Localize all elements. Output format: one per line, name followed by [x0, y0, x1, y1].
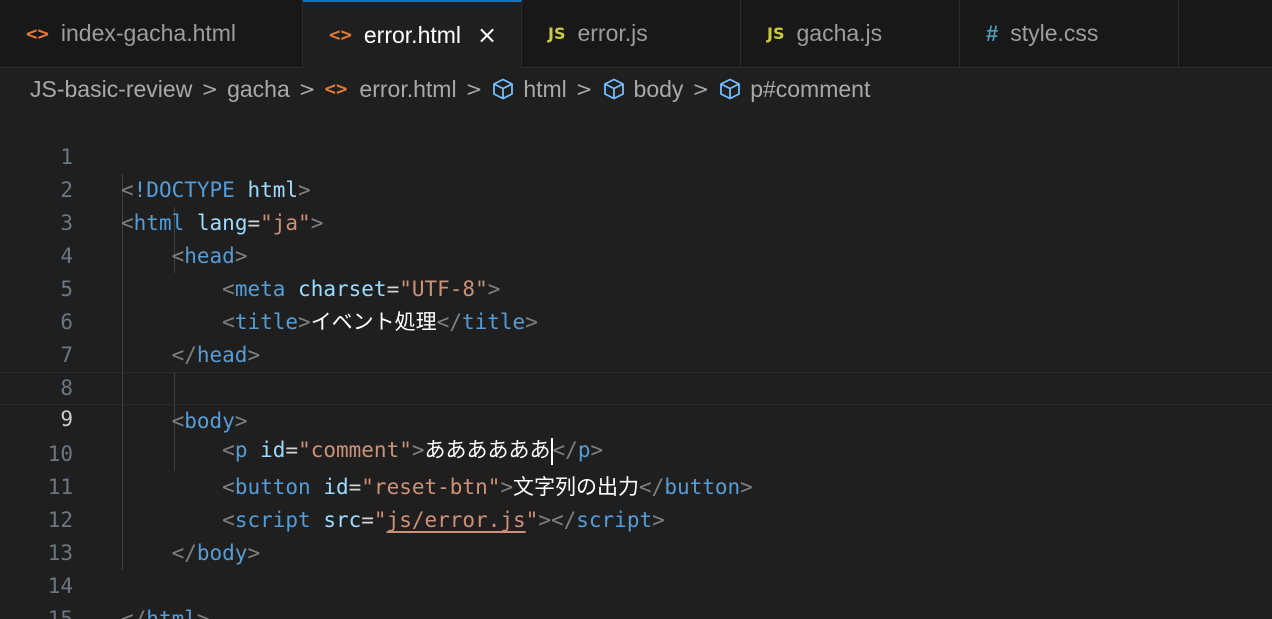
- code-line[interactable]: 2 <html lang="ja">: [0, 141, 1272, 235]
- code-text: </html>: [121, 603, 210, 619]
- html-file-icon: <>: [324, 78, 348, 100]
- tab-label: error.js: [577, 20, 648, 46]
- breadcrumb-folder-js-basic-review[interactable]: JS-basic-review: [30, 76, 192, 103]
- token: </: [121, 607, 147, 619]
- code-line[interactable]: 7: [0, 306, 1272, 367]
- code-editor[interactable]: 1 <!DOCTYPE html> 2 <html lang="ja"> 3 <…: [0, 108, 1272, 619]
- code-line[interactable]: 10 <button id="reset-btn">文字列の出力</button…: [0, 405, 1272, 499]
- cube-icon: [493, 78, 514, 100]
- code-line[interactable]: 13: [0, 504, 1272, 565]
- breadcrumb-folder-gacha[interactable]: gacha: [227, 76, 290, 103]
- tab-label: gacha.js: [796, 20, 883, 46]
- code-line[interactable]: 4 <meta charset="UTF-8">: [0, 207, 1272, 301]
- code-line[interactable]: 11 <script src="js/error.js"></script>: [0, 438, 1272, 532]
- close-tab-icon[interactable]: ×: [477, 21, 497, 49]
- tab-error-js[interactable]: JS error.js: [522, 0, 741, 67]
- token: html: [146, 607, 197, 619]
- code-line[interactable]: 15: [0, 570, 1272, 619]
- breadcrumb-file-label: error.html: [359, 75, 457, 102]
- cube-icon: [720, 78, 741, 100]
- js-file-icon: JS: [767, 24, 785, 43]
- tab-error-html[interactable]: <> error.html ×: [303, 0, 522, 68]
- chevron-right-icon: >: [465, 77, 483, 101]
- code-line[interactable]: 12 </body>: [0, 471, 1272, 565]
- code-line[interactable]: 5 <title>イベント処理</title>: [0, 240, 1272, 334]
- breadcrumb-symbol-html[interactable]: html: [491, 75, 567, 103]
- code-line[interactable]: 3 <head>: [0, 174, 1272, 268]
- tab-label: style.css: [1010, 20, 1099, 46]
- cube-icon: [603, 78, 624, 100]
- token: >: [196, 607, 210, 619]
- html-file-icon: <>: [26, 22, 49, 45]
- chevron-right-icon: >: [201, 77, 219, 101]
- breadcrumb-symbol-body[interactable]: body: [602, 75, 684, 103]
- chevron-right-icon: >: [692, 77, 710, 101]
- code-line[interactable]: 1 <!DOCTYPE html>: [0, 108, 1272, 202]
- js-file-icon: JS: [548, 24, 566, 43]
- tab-index-gacha-html[interactable]: <> index-gacha.html: [0, 0, 303, 67]
- breadcrumb-symbol-label: html: [523, 75, 567, 102]
- tab-label: error.html: [363, 21, 462, 48]
- breadcrumb: JS-basic-review > gacha > <> error.html …: [0, 68, 1272, 110]
- breadcrumb-symbol-label: p#comment: [750, 75, 871, 102]
- tab-gacha-js[interactable]: JS gacha.js: [741, 0, 960, 67]
- line-number: 15: [47, 607, 73, 619]
- chevron-right-icon: >: [298, 77, 316, 101]
- breadcrumb-symbol-label: body: [633, 75, 684, 102]
- html-file-icon: <>: [329, 24, 352, 46]
- code-line[interactable]: 6 </head>: [0, 273, 1272, 367]
- breadcrumb-file-error-html[interactable]: <> error.html: [325, 76, 457, 103]
- code-line-current[interactable]: 9 <p id="comment">ああああああ</p>: [0, 372, 1272, 465]
- css-file-icon: #: [986, 20, 999, 46]
- editor-tab-bar: <> index-gacha.html <> error.html × JS e…: [0, 0, 1272, 68]
- code-line[interactable]: 14 </html>: [0, 537, 1272, 619]
- tab-style-css[interactable]: # style.css: [960, 0, 1179, 67]
- code-line[interactable]: 8 <body>: [0, 339, 1272, 433]
- tab-label: index-gacha.html: [60, 20, 237, 46]
- chevron-right-icon: >: [575, 77, 593, 101]
- breadcrumb-symbol-p-comment[interactable]: p#comment: [718, 76, 870, 103]
